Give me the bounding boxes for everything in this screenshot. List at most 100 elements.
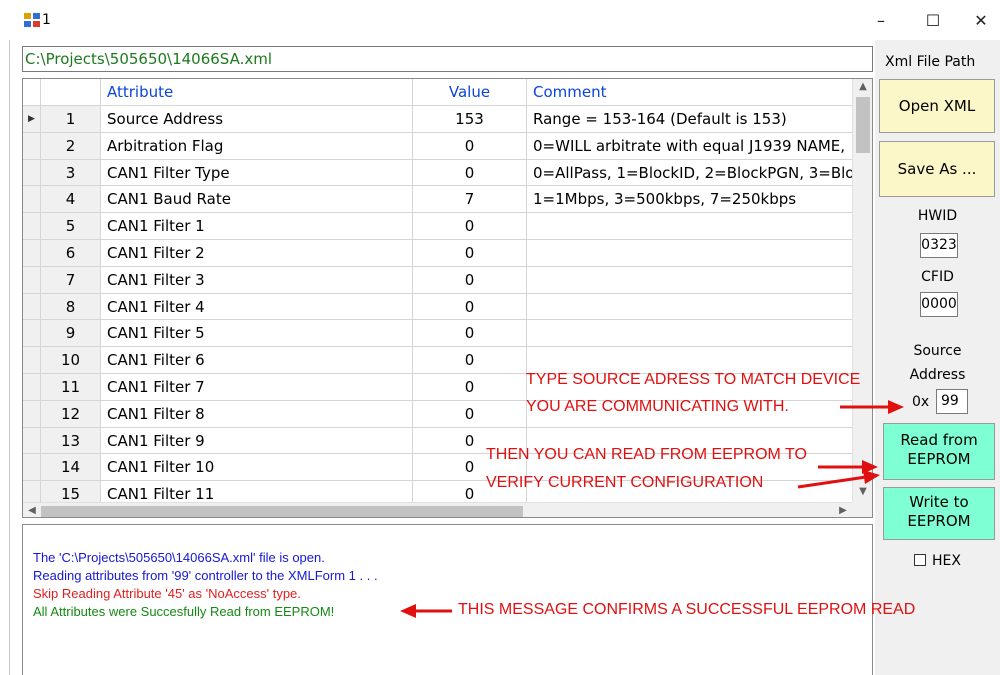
cell-attribute[interactable]: CAN1 Baud Rate xyxy=(101,186,413,214)
row-selector[interactable] xyxy=(23,186,41,214)
open-xml-button[interactable]: Open XML xyxy=(879,79,995,133)
cell-value[interactable]: 0 xyxy=(413,347,527,374)
row-number[interactable]: 3 xyxy=(41,159,101,187)
cell-attribute[interactable]: CAN1 Filter 6 xyxy=(101,347,413,374)
table-row[interactable]: ▶ 1 Source Address 153 Range = 153-164 (Defa… xyxy=(23,106,852,133)
row-number[interactable]: 14 xyxy=(41,454,101,482)
cell-comment[interactable] xyxy=(527,347,852,374)
row-selector[interactable]: ▶ xyxy=(23,106,41,133)
cell-attribute[interactable]: CAN1 Filter Type xyxy=(101,159,413,187)
row-selector[interactable] xyxy=(23,239,41,267)
cell-attribute[interactable]: CAN1 Filter 5 xyxy=(101,320,413,348)
cell-comment[interactable] xyxy=(527,267,852,294)
row-number[interactable]: 13 xyxy=(41,427,101,455)
hex-checkbox-row[interactable]: HEX xyxy=(914,553,961,569)
cell-attribute[interactable]: CAN1 Filter 11 xyxy=(101,481,413,502)
row-selector[interactable] xyxy=(23,400,41,428)
cell-value[interactable]: 0 xyxy=(413,239,527,267)
horizontal-scroll-thumb[interactable] xyxy=(41,506,523,517)
column-header-value[interactable]: Value xyxy=(413,79,527,106)
column-header-attribute[interactable]: Attribute xyxy=(101,79,413,106)
table-row[interactable]: 8 CAN1 Filter 40 xyxy=(23,293,852,321)
row-number[interactable]: 12 xyxy=(41,400,101,428)
cell-comment[interactable]: 0=WILL arbitrate with equal J1939 NAME, xyxy=(527,133,852,160)
row-number[interactable]: 6 xyxy=(41,239,101,267)
cell-value[interactable]: 7 xyxy=(413,186,527,214)
cell-comment[interactable] xyxy=(527,213,852,240)
row-selector[interactable] xyxy=(23,213,41,240)
cell-attribute[interactable]: CAN1 Filter 7 xyxy=(101,373,413,401)
minimize-button[interactable]: – xyxy=(866,8,896,34)
row-number[interactable]: 4 xyxy=(41,186,101,214)
row-selector[interactable] xyxy=(23,159,41,187)
cell-value[interactable]: 0 xyxy=(413,400,527,428)
scroll-down-icon[interactable]: ▼ xyxy=(853,486,872,500)
log-output[interactable]: The 'C:\Projects\505650\14066SA.xml' fil… xyxy=(22,524,873,675)
table-row[interactable]: 5 CAN1 Filter 10 xyxy=(23,213,852,240)
cell-attribute[interactable]: CAN1 Filter 1 xyxy=(101,213,413,240)
hex-checkbox[interactable] xyxy=(914,554,926,566)
table-row[interactable]: 6 CAN1 Filter 20 xyxy=(23,239,852,267)
cell-value[interactable]: 0 xyxy=(413,266,527,294)
row-number[interactable]: 5 xyxy=(41,213,101,240)
row-selector[interactable] xyxy=(23,347,41,374)
row-number[interactable]: 2 xyxy=(41,132,101,160)
cell-attribute[interactable]: CAN1 Filter 4 xyxy=(101,293,413,321)
row-number[interactable]: 15 xyxy=(41,481,101,502)
row-selector[interactable] xyxy=(23,454,41,482)
cell-value[interactable]: 0 xyxy=(413,293,527,321)
row-number[interactable]: 9 xyxy=(41,320,101,348)
row-selector[interactable] xyxy=(23,132,41,160)
cell-comment[interactable]: Range = 153-164 (Default is 153) xyxy=(527,106,852,133)
cell-attribute[interactable]: Source Address xyxy=(101,106,413,133)
cell-comment[interactable]: 1=1Mbps, 3=500kbps, 7=250kbps xyxy=(527,186,852,214)
row-number[interactable]: 1 xyxy=(41,106,101,133)
table-row[interactable]: 7 CAN1 Filter 30 xyxy=(23,266,852,294)
row-number[interactable]: 11 xyxy=(41,373,101,401)
cell-comment[interactable]: 0=AllPass, 1=BlockID, 2=BlockPGN, 3=Bloc… xyxy=(527,160,852,187)
table-row[interactable]: 9 CAN1 Filter 50 xyxy=(23,320,852,348)
close-button[interactable]: ✕ xyxy=(966,8,996,34)
horizontal-scrollbar[interactable]: ◀ ▶ xyxy=(23,502,852,517)
table-row[interactable]: 2 Arbitration Flag 0 0=WILL arbitrate with … xyxy=(23,132,852,160)
row-selector[interactable] xyxy=(23,293,41,321)
source-address-input[interactable]: 99 xyxy=(936,389,968,414)
cell-comment[interactable] xyxy=(527,240,852,267)
row-number[interactable]: 10 xyxy=(41,347,101,374)
row-number[interactable]: 8 xyxy=(41,293,101,321)
cell-value[interactable]: 0 xyxy=(413,213,527,240)
vertical-scrollbar[interactable]: ▲ ▼ xyxy=(852,79,872,502)
cell-attribute[interactable]: Arbitration Flag xyxy=(101,132,413,160)
cell-value[interactable]: 0 xyxy=(413,132,527,160)
scroll-up-icon[interactable]: ▲ xyxy=(853,81,872,95)
read-from-eeprom-button[interactable]: Read from EEPROM xyxy=(883,423,995,480)
table-row[interactable]: 4 CAN1 Baud Rate 7 1=1Mbps, 3=500kbps, 7=25… xyxy=(23,186,852,214)
row-selector[interactable] xyxy=(23,427,41,455)
table-row[interactable]: 10 CAN1 Filter 60 xyxy=(23,347,852,374)
row-number[interactable]: 7 xyxy=(41,266,101,294)
cell-value[interactable]: 0 xyxy=(413,320,527,348)
cell-value[interactable]: 153 xyxy=(413,106,527,133)
write-to-eeprom-button[interactable]: Write to EEPROM xyxy=(883,487,995,540)
row-selector[interactable] xyxy=(23,320,41,348)
cell-attribute[interactable]: CAN1 Filter 9 xyxy=(101,427,413,455)
cell-attribute[interactable]: CAN1 Filter 2 xyxy=(101,239,413,267)
row-selector[interactable] xyxy=(23,373,41,401)
cell-comment[interactable] xyxy=(527,320,852,348)
cell-value[interactable]: 0 xyxy=(413,159,527,187)
scroll-right-icon[interactable]: ▶ xyxy=(836,503,850,517)
cell-attribute[interactable]: CAN1 Filter 3 xyxy=(101,266,413,294)
save-as-button[interactable]: Save As ... xyxy=(879,141,995,197)
cell-attribute[interactable]: CAN1 Filter 8 xyxy=(101,400,413,428)
cell-attribute[interactable]: CAN1 Filter 10 xyxy=(101,454,413,482)
table-row[interactable]: 3 CAN1 Filter Type 0 0=AllPass, 1=BlockID, … xyxy=(23,159,852,187)
row-selector[interactable] xyxy=(23,481,41,502)
vertical-scroll-thumb[interactable] xyxy=(856,97,870,153)
row-selector[interactable] xyxy=(23,266,41,294)
cell-comment[interactable] xyxy=(527,294,852,321)
cell-value[interactable]: 0 xyxy=(413,373,527,401)
xml-path-input[interactable]: C:\Projects\505650\14066SA.xml xyxy=(22,46,873,72)
scroll-left-icon[interactable]: ◀ xyxy=(25,503,39,517)
maximize-button[interactable]: ☐ xyxy=(918,8,948,34)
column-header-comment[interactable]: Comment xyxy=(527,79,852,106)
